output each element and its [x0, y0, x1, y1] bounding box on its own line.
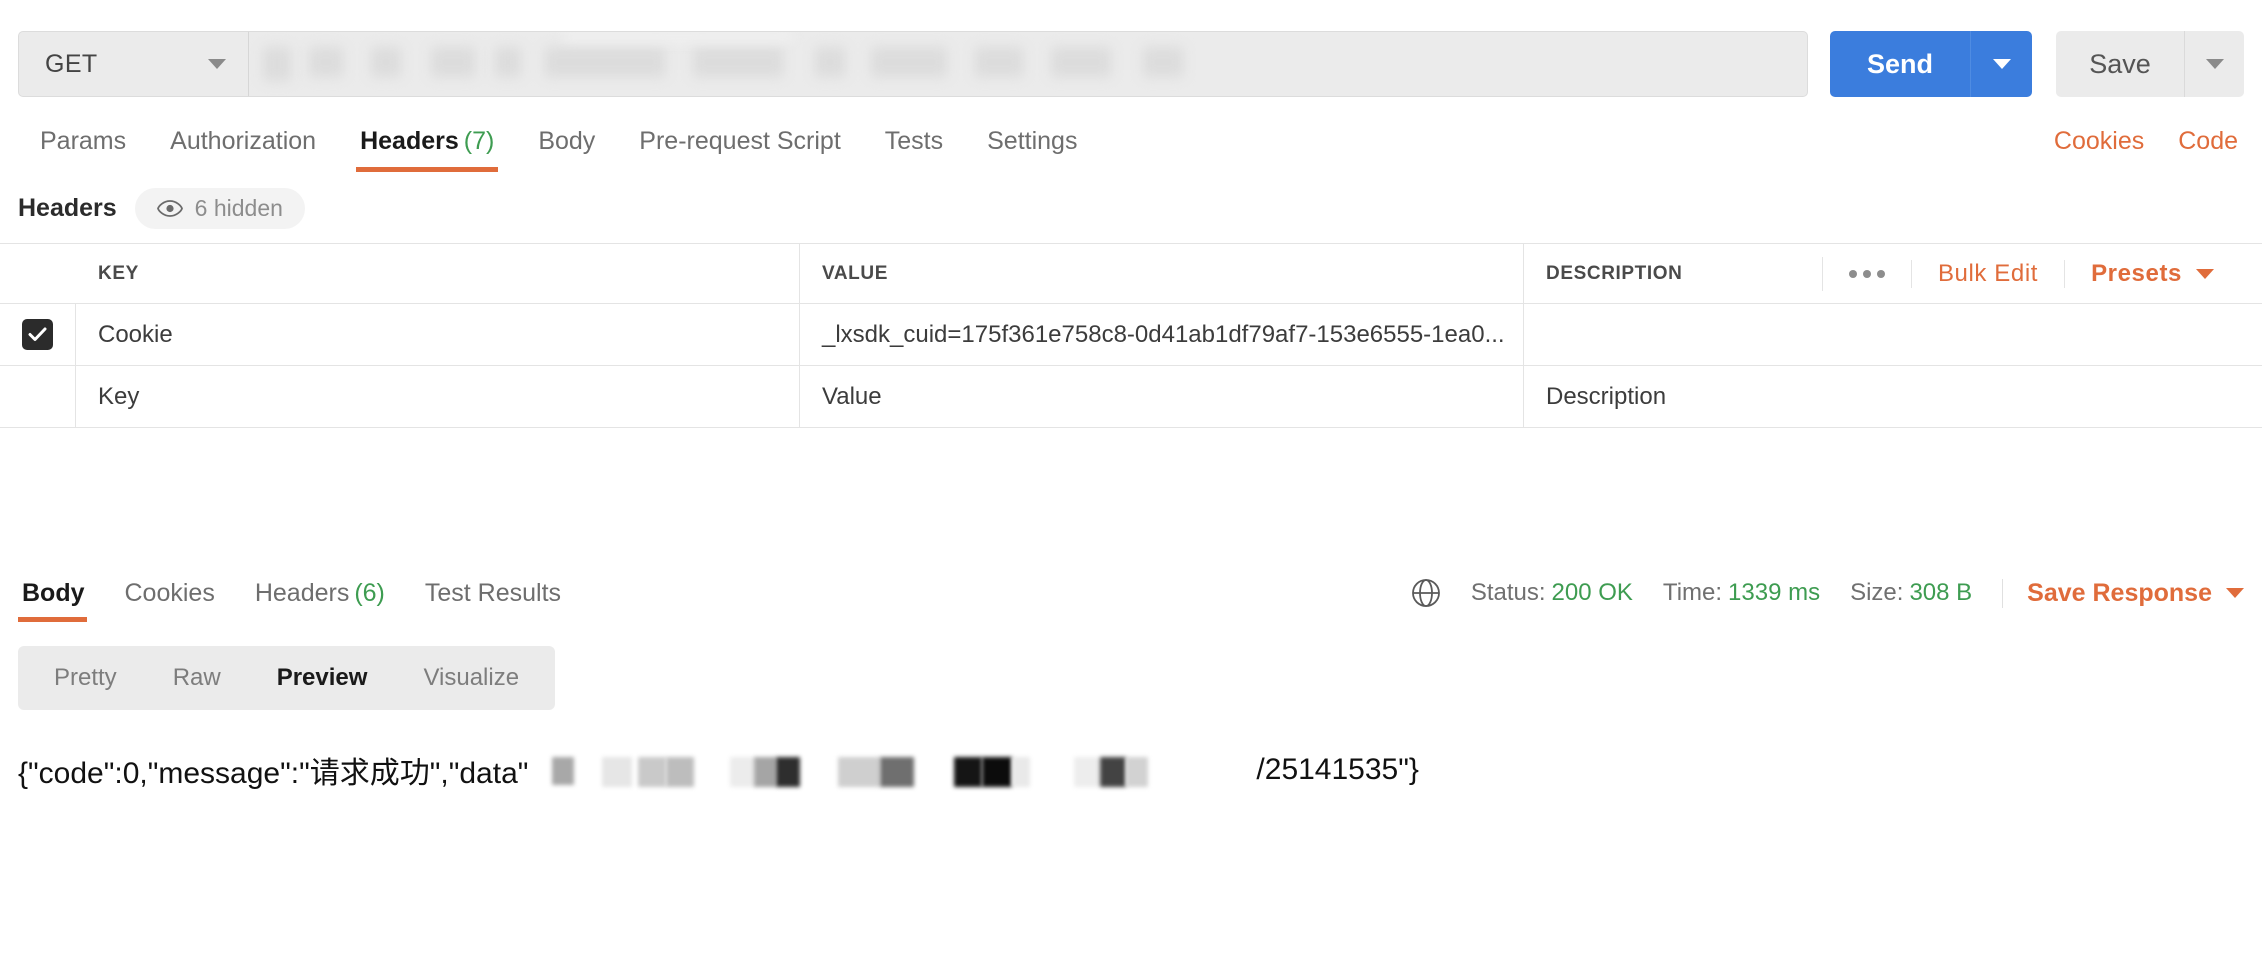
headers-section-title: Headers [18, 194, 117, 222]
row-key[interactable]: Cookie [76, 304, 800, 365]
response-tab-body-label: Body [22, 579, 85, 607]
column-header-value: VALUE [800, 244, 1524, 303]
chevron-down-icon [208, 59, 226, 69]
row-value[interactable]: _lxsdk_cuid=175f361e758c8-0d41ab1df79af7… [800, 304, 1524, 365]
bulk-edit-button[interactable]: Bulk Edit [1910, 259, 2064, 288]
column-header-description: DESCRIPTION Bulk Edit Presets [1524, 244, 2262, 303]
row-description[interactable] [1524, 304, 2262, 365]
headers-sub-bar: Headers 6 hidden [0, 172, 2262, 243]
tab-pre-request-script[interactable]: Pre-request Script [617, 127, 862, 172]
column-header-description-label: DESCRIPTION [1546, 262, 1683, 284]
row-checkbox[interactable] [22, 319, 53, 350]
check-icon [28, 327, 47, 341]
save-button[interactable]: Save [2056, 31, 2184, 97]
response-tab-headers[interactable]: Headers (6) [235, 579, 405, 622]
request-response-divider [0, 428, 2262, 560]
tab-pre-request-script-label: Pre-request Script [639, 127, 841, 155]
headers-table-header-row: KEY VALUE DESCRIPTION Bulk Edit Presets [0, 244, 2262, 304]
chevron-down-icon [2196, 268, 2214, 279]
tab-body-label: Body [538, 127, 596, 155]
row-checkbox-cell-empty [0, 366, 76, 427]
view-mode-visualize[interactable]: Visualize [395, 654, 547, 702]
response-tab-test-results-label: Test Results [424, 579, 562, 607]
response-tab-cookies-label: Cookies [124, 579, 215, 607]
request-url-bar: GET Send Save [0, 0, 2262, 106]
view-mode-pretty[interactable]: Pretty [26, 654, 145, 702]
save-options-button[interactable] [2184, 31, 2244, 97]
tab-settings[interactable]: Settings [965, 127, 1099, 172]
table-row[interactable]: Cookie _lxsdk_cuid=175f361e758c8-0d41ab1… [0, 304, 2262, 366]
size-label: Size: [1850, 579, 1904, 606]
time-badge: Time: 1339 ms [1663, 579, 1820, 607]
response-tab-cookies[interactable]: Cookies [105, 579, 235, 622]
time-value: 1339 ms [1728, 579, 1821, 606]
tab-params[interactable]: Params [18, 127, 148, 172]
headers-table-actions: Bulk Edit Presets [1821, 256, 2240, 291]
response-tab-body[interactable]: Body [18, 579, 105, 622]
chevron-down-icon [1992, 59, 2011, 69]
url-redacted-content [263, 33, 1793, 81]
size-badge: Size: 308 B [1850, 579, 1972, 607]
response-body: {"code":0,"message":"请求成功","data" /25141… [0, 710, 2262, 792]
time-label: Time: [1662, 579, 1723, 606]
tab-authorization[interactable]: Authorization [148, 127, 338, 172]
response-view-mode-wrap: Pretty Raw Preview Visualize [0, 622, 2262, 710]
status-label: Status: [1470, 579, 1546, 606]
save-response-label: Save Response [2027, 578, 2212, 607]
presets-button[interactable]: Presets [2064, 259, 2240, 288]
request-tabs: Params Authorization Headers (7) Body Pre… [0, 106, 2262, 172]
tab-tests[interactable]: Tests [863, 127, 965, 172]
chevron-down-icon [2226, 588, 2244, 598]
tab-body[interactable]: Body [516, 127, 617, 172]
http-method-select[interactable]: GET [18, 31, 248, 97]
view-mode-raw[interactable]: Raw [145, 654, 249, 702]
row-checkbox-cell [0, 304, 76, 365]
response-status-bar: Status: 200 OK Time: 1339 ms Size: 308 B Sa… [1411, 578, 2244, 622]
send-button[interactable]: Send [1830, 31, 1970, 97]
header-check-column [0, 244, 76, 303]
response-body-prefix: {"code":0,"message":"请求成功","data" [18, 757, 529, 790]
presets-label: Presets [2091, 259, 2182, 287]
send-button-group: Send [1830, 31, 2032, 97]
size-value: 308 B [1909, 579, 1973, 606]
response-tabs: Body Cookies Headers (6) Test Results Sta… [0, 560, 2262, 622]
tab-headers-count: (7) [463, 127, 495, 155]
response-tab-headers-label: Headers [254, 579, 350, 607]
save-response-button[interactable]: Save Response [2002, 578, 2244, 608]
tab-headers[interactable]: Headers (7) [338, 127, 516, 172]
status-value: 200 OK [1551, 579, 1633, 606]
column-header-key: KEY [76, 244, 800, 303]
more-options-icon[interactable] [1821, 256, 1911, 291]
headers-table: KEY VALUE DESCRIPTION Bulk Edit Presets [0, 243, 2262, 428]
http-method-label: GET [45, 49, 98, 78]
hidden-headers-label: 6 hidden [194, 195, 283, 221]
tab-authorization-label: Authorization [170, 127, 317, 155]
eye-icon [156, 200, 183, 217]
tab-settings-label: Settings [987, 127, 1078, 155]
status-badge: Status: 200 OK [1471, 579, 1633, 607]
globe-icon[interactable] [1411, 578, 1441, 608]
hidden-headers-toggle[interactable]: 6 hidden [134, 188, 305, 229]
tab-params-label: Params [40, 127, 127, 155]
response-body-suffix: /25141535"} [1256, 753, 1419, 786]
request-tabs-right-links: Cookies Code [2054, 127, 2244, 172]
send-options-button[interactable] [1970, 31, 2032, 97]
url-input[interactable] [248, 31, 1808, 97]
response-view-mode-group: Pretty Raw Preview Visualize [18, 646, 556, 710]
save-button-group: Save [2056, 31, 2244, 97]
chevron-down-icon [2205, 59, 2224, 69]
code-link[interactable]: Code [2178, 127, 2238, 156]
cookies-link[interactable]: Cookies [2054, 127, 2144, 156]
view-mode-preview[interactable]: Preview [249, 654, 396, 702]
response-tab-headers-count: (6) [354, 579, 385, 607]
response-body-redacted [542, 749, 1242, 791]
new-description-input[interactable]: Description [1524, 366, 2262, 427]
table-row-placeholder[interactable]: Key Value Description [0, 366, 2262, 428]
tab-tests-label: Tests [884, 127, 944, 155]
new-key-input[interactable]: Key [76, 366, 800, 427]
response-tab-test-results[interactable]: Test Results [405, 579, 581, 622]
new-value-input[interactable]: Value [800, 366, 1524, 427]
tab-headers-label: Headers [360, 127, 459, 155]
